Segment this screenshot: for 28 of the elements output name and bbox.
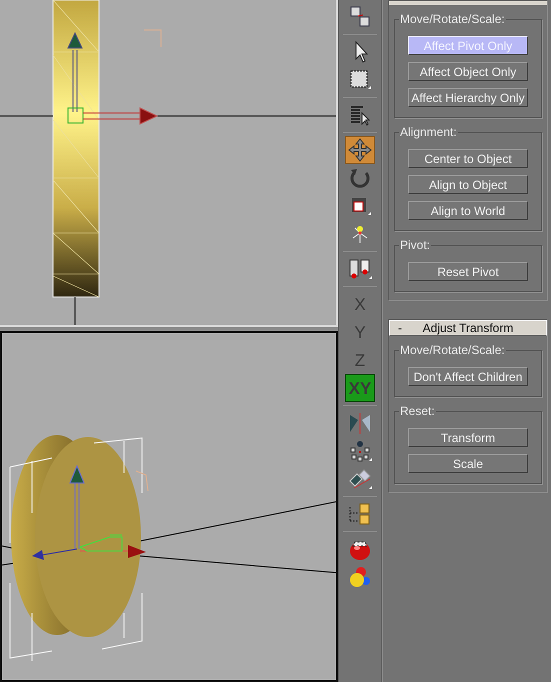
collapse-sign: - <box>397 320 403 337</box>
rollout-header[interactable]: - Adjust Transform <box>389 320 547 336</box>
mirror-icon <box>347 410 373 436</box>
panel-button[interactable]: Reset Pivot <box>408 262 528 281</box>
move-icon <box>347 137 373 163</box>
material-spheres-icon <box>347 564 373 590</box>
corner-bracket-icon <box>144 30 162 48</box>
corner-bracket-icon <box>136 470 148 492</box>
group-label: Pivot: <box>399 238 432 252</box>
panel-button[interactable]: Align to World <box>408 201 528 220</box>
panel-button[interactable]: Align to Object <box>408 175 528 194</box>
group-label: Reset: <box>399 404 436 418</box>
group-label: Alignment: <box>399 125 458 139</box>
axis-constraint-button[interactable]: Z <box>345 346 375 374</box>
axis-constraint-button[interactable]: Y <box>345 318 375 346</box>
panel-button[interactable]: Affect Hierarchy Only <box>408 88 528 107</box>
group-label: Move/Rotate/Scale: <box>399 343 506 357</box>
panel-button[interactable]: Don't Affect Children <box>408 367 528 386</box>
panel-button[interactable]: Transform <box>408 428 528 447</box>
axis-constraint-button[interactable]: X <box>345 290 375 318</box>
group-label: Move/Rotate/Scale: <box>399 12 506 26</box>
axis-constraint-button[interactable]: XY <box>345 374 375 402</box>
viewport[interactable] <box>0 331 338 682</box>
panel-button[interactable]: Center to Object <box>408 149 528 168</box>
panel-button[interactable]: Scale <box>408 454 528 473</box>
move-tool-button[interactable] <box>345 136 375 164</box>
rollout-title: Adjust Transform <box>422 320 514 337</box>
panel-button[interactable]: Affect Object Only <box>408 62 528 81</box>
